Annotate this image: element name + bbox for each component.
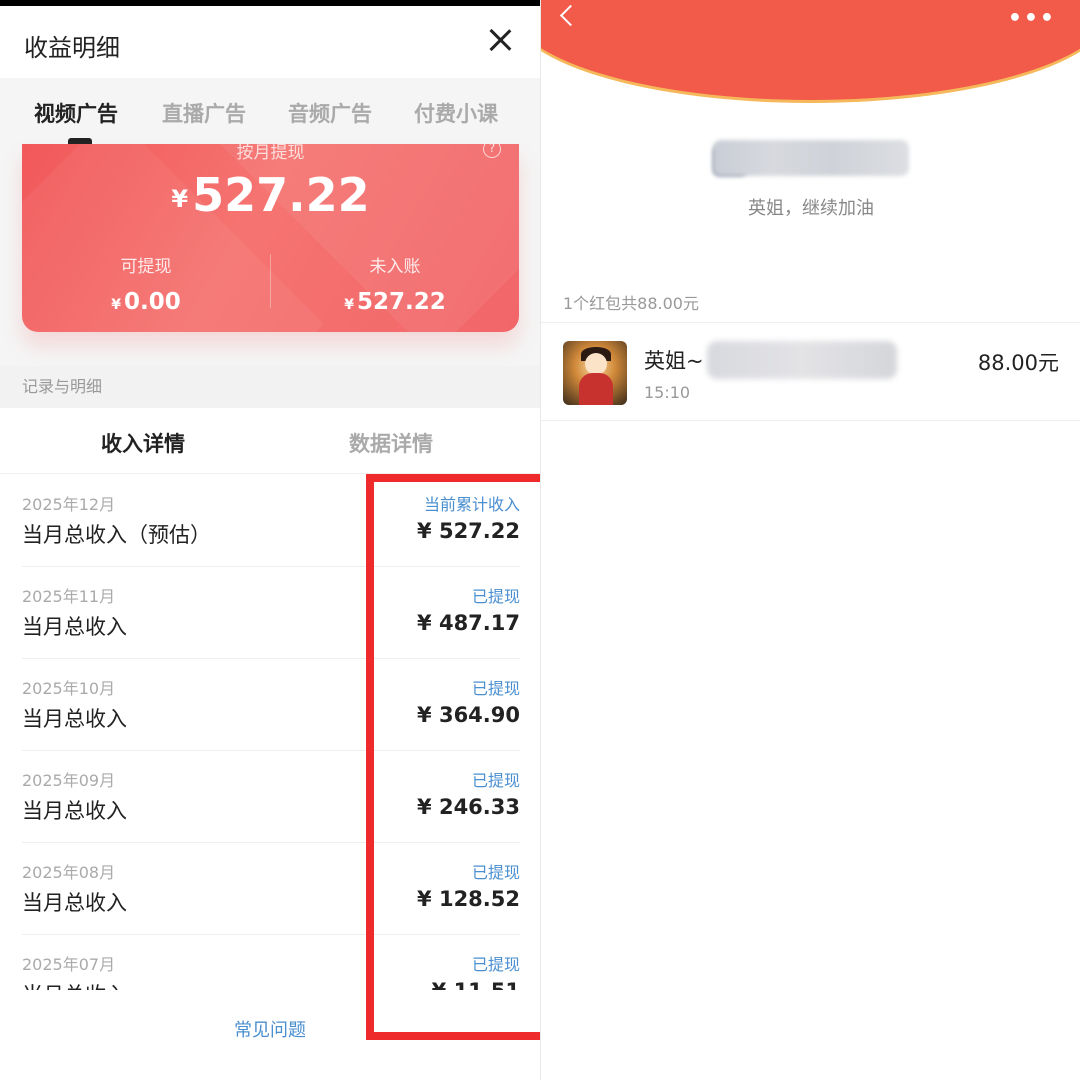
row-label: 当月总收入 [22,799,127,823]
tab-data-details[interactable]: 数据详情 [349,428,433,458]
row-status: 已提现 [471,955,520,974]
balance-card-area: 按月提现 ? ¥527.22 可提现 ¥0.00 未入账 ¥527.22 [0,144,540,366]
detail-tabs: 收入详情 数据详情 [0,408,540,474]
row-status: 当前累计收入 [423,495,520,514]
red-packet-receiver-row[interactable]: 英姐~ 15:10 88.00元 [541,323,1080,421]
total-balance: ¥527.22 [22,168,519,222]
tab-live-ads[interactable]: 直播广告 [162,98,246,128]
red-packet-message: 英姐，继续加油 [748,198,874,219]
total-balance-value: 527.22 [192,168,370,222]
row-status: 已提现 [471,771,520,790]
earnings-panel: 收益明细 视频广告 直播广告 音频广告 付费小课 按月提现 ? ¥527.22 … [0,0,540,1080]
tab-audio-ads[interactable]: 音频广告 [288,98,372,128]
receiver-name-blurred [707,341,897,379]
withdrawable-label: 可提现 [120,257,172,277]
tab-income-details[interactable]: 收入详情 [101,428,185,458]
back-icon[interactable] [557,4,579,26]
row-amount: ¥ 487.17 [417,611,520,635]
row-date: 2025年08月 [22,863,116,882]
row-status: 已提现 [471,863,520,882]
row-label: 当月总收入 [22,615,127,639]
row-date: 2025年12月 [22,495,116,514]
faq-link[interactable]: 常见问题 [0,1016,540,1042]
row-date: 2025年07月 [22,955,116,974]
currency-symbol: ¥ [344,297,354,313]
balance-card: 按月提现 ? ¥527.22 可提现 ¥0.00 未入账 ¥527.22 [22,144,519,332]
row-amount: ¥ 364.90 [417,703,520,727]
sender-name-blurred [713,140,909,176]
avatar[interactable] [563,341,627,405]
list-item[interactable]: 2025年11月 当月总收入 已提现 ¥ 487.17 [22,567,520,659]
tab-video-ads[interactable]: 视频广告 [34,98,118,128]
more-icon[interactable]: ••• [1008,6,1056,31]
pending-block: 未入账 ¥527.22 [271,252,519,315]
row-label: 当月总收入 [22,707,127,731]
receive-time: 15:10 [644,383,691,402]
earnings-header: 收益明细 [0,6,540,78]
row-amount: ¥ 246.33 [417,795,520,819]
list-item[interactable]: 2025年07月 当月总收入 已提现 ¥ 11.51 [22,935,520,990]
row-amount: ¥ 128.52 [417,887,520,911]
tab-paid-courses[interactable]: 付费小课 [414,98,498,128]
list-item[interactable]: 2025年10月 当月总收入 已提现 ¥ 364.90 [22,659,520,751]
currency-symbol: ¥ [171,185,189,213]
row-amount: ¥ 527.22 [417,519,520,543]
list-item[interactable]: 2025年08月 当月总收入 已提现 ¥ 128.52 [22,843,520,935]
pending-label: 未入账 [369,257,421,277]
receiver-name: 英姐~ [644,349,704,373]
row-date: 2025年09月 [22,771,116,790]
row-date: 2025年11月 [22,587,116,606]
row-date: 2025年10月 [22,679,116,698]
receive-amount: 88.00元 [977,351,1059,375]
withdrawable-value: 0.00 [124,289,181,315]
row-amount: ¥ 11.51 [432,979,520,990]
income-list: 2025年12月 当月总收入（预估） 当前累计收入 ¥ 527.22 2025年… [0,475,540,990]
row-status: 已提现 [471,679,520,698]
withdraw-mode-label: 按月提现 [236,144,305,163]
ad-type-tabs: 视频广告 直播广告 音频广告 付费小课 [0,78,540,144]
row-label: 当月总收入 [22,979,127,990]
page-title: 收益明细 [24,34,120,62]
pending-value: 527.22 [356,289,446,315]
red-packet-banner [541,0,1080,100]
list-item[interactable]: 2025年12月 当月总收入（预估） 当前累计收入 ¥ 527.22 [22,475,520,567]
list-item[interactable]: 2025年09月 当月总收入 已提现 ¥ 246.33 [22,751,520,843]
currency-symbol: ¥ [111,297,121,313]
close-icon[interactable] [484,24,516,56]
row-label: 当月总收入 [22,891,127,915]
row-label: 当月总收入（预估） [22,523,211,547]
withdrawable-block: 可提现 ¥0.00 [22,252,270,315]
row-status: 已提现 [471,587,520,606]
red-packet-summary: 1个红包共88.00元 [563,294,699,313]
records-section-label: 记录与明细 [0,366,540,408]
red-packet-panel: ••• 英姐，继续加油 1个红包共88.00元 英姐~ 15:10 88.00元 [540,0,1080,1080]
